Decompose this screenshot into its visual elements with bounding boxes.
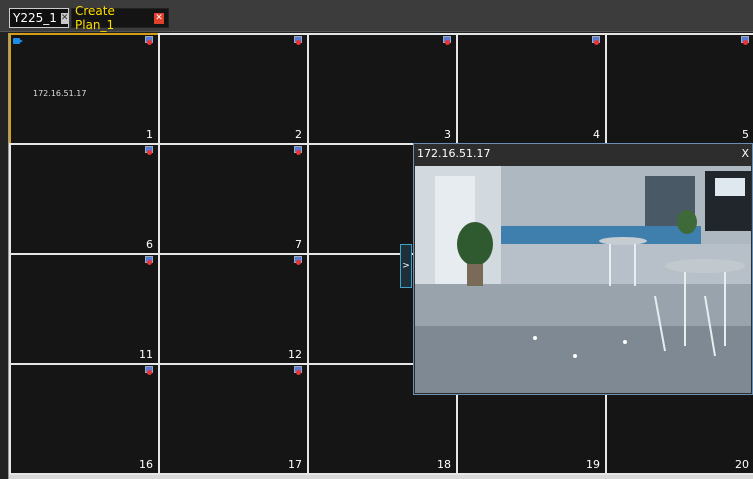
cell-number: 12 xyxy=(288,348,302,361)
tab-create-plan[interactable]: Create Plan_1 ✕ xyxy=(71,4,169,32)
video-cell[interactable]: 172.16.51.17 1 xyxy=(9,33,160,145)
camera-record-icon xyxy=(13,36,23,44)
cell-number: 7 xyxy=(295,238,302,251)
camera-status-icon xyxy=(145,36,153,45)
cell-number: 16 xyxy=(139,458,153,471)
video-cell[interactable]: 17 xyxy=(158,363,309,475)
tab-y225[interactable]: Y225_1 ✕ xyxy=(9,8,69,28)
camera-status-icon xyxy=(592,36,600,45)
cell-number: 1 xyxy=(146,128,153,141)
camera-status-icon xyxy=(145,146,153,155)
panel-toggle-button[interactable]: > xyxy=(400,244,412,288)
video-cell[interactable]: 6 xyxy=(9,143,160,255)
camera-status-icon xyxy=(294,366,302,375)
cell-number: 6 xyxy=(146,238,153,251)
camera-status-icon xyxy=(145,256,153,265)
video-cell[interactable]: 4 xyxy=(456,33,607,145)
video-cell[interactable]: 3 xyxy=(307,33,458,145)
camera-status-icon xyxy=(294,146,302,155)
camera-status-icon xyxy=(145,366,153,375)
tab-label: Create Plan_1 xyxy=(75,4,115,32)
cell-ip-label: 172.16.51.17 xyxy=(33,89,87,98)
camera-status-icon xyxy=(294,36,302,45)
camera-status-icon xyxy=(294,256,302,265)
close-icon[interactable]: ✕ xyxy=(60,12,69,24)
video-cell[interactable]: 16 xyxy=(9,363,160,475)
cell-number: 2 xyxy=(295,128,302,141)
popup-close-button[interactable]: X xyxy=(741,147,749,160)
cell-number: 20 xyxy=(735,458,749,471)
cell-number: 19 xyxy=(586,458,600,471)
camera-feed-image xyxy=(415,166,751,393)
video-cell[interactable]: 5 xyxy=(605,33,753,145)
video-cell[interactable]: 12 xyxy=(158,253,309,365)
chevron-right-icon: > xyxy=(402,261,410,271)
cell-number: 18 xyxy=(437,458,451,471)
camera-status-icon xyxy=(443,36,451,45)
cell-number: 17 xyxy=(288,458,302,471)
popup-title: 172.16.51.17 xyxy=(417,147,491,160)
cell-number: 5 xyxy=(742,128,749,141)
video-cell[interactable]: 11 xyxy=(9,253,160,365)
cell-number: 11 xyxy=(139,348,153,361)
cell-number: 4 xyxy=(593,128,600,141)
camera-status-icon xyxy=(741,36,749,45)
tab-label: Y225_1 xyxy=(13,11,57,25)
close-icon[interactable]: ✕ xyxy=(154,12,164,24)
cell-number: 3 xyxy=(444,128,451,141)
video-preview-popup[interactable]: 172.16.51.17 X xyxy=(413,143,753,395)
video-cell[interactable]: 7 xyxy=(158,143,309,255)
video-cell[interactable]: 2 xyxy=(158,33,309,145)
tab-bar: Y225_1 ✕ Create Plan_1 ✕ xyxy=(0,0,753,32)
